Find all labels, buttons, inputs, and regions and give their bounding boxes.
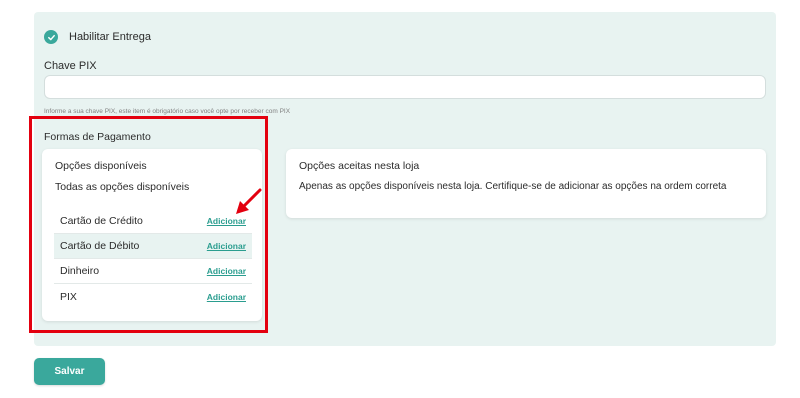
enable-delivery-toggle[interactable]: Habilitar Entrega bbox=[44, 29, 151, 45]
option-label: Cartão de Crédito bbox=[60, 215, 143, 227]
list-item: PIX Adicionar bbox=[54, 284, 252, 309]
available-options-title: Opções disponíveis bbox=[55, 160, 147, 172]
list-item: Cartão de Crédito Adicionar bbox=[54, 209, 252, 234]
add-option-link[interactable]: Adicionar bbox=[207, 216, 246, 226]
save-button[interactable]: Salvar bbox=[34, 358, 105, 385]
pix-key-hint: Informe a sua chave PIX, este item é obr… bbox=[44, 108, 291, 115]
available-options-list: Cartão de Crédito Adicionar Cartão de Dé… bbox=[54, 209, 252, 309]
available-options-subtitle: Todas as opções disponíveis bbox=[55, 181, 190, 193]
add-option-link[interactable]: Adicionar bbox=[207, 241, 246, 251]
pix-key-label: Chave PIX bbox=[44, 60, 97, 72]
delivery-settings-panel: Habilitar Entrega Chave PIX Informe a su… bbox=[34, 12, 776, 346]
available-options-card: Opções disponíveis Todas as opções dispo… bbox=[42, 149, 262, 321]
list-item: Cartão de Débito Adicionar bbox=[54, 234, 252, 259]
accepted-options-card: Opções aceitas nesta loja Apenas as opçõ… bbox=[286, 149, 766, 218]
enable-delivery-label: Habilitar Entrega bbox=[69, 31, 151, 43]
pix-key-input[interactable] bbox=[44, 75, 766, 99]
option-label: PIX bbox=[60, 290, 77, 303]
accepted-options-title: Opções aceitas nesta loja bbox=[299, 160, 420, 172]
option-label: Dinheiro bbox=[60, 265, 100, 277]
list-item: Dinheiro Adicionar bbox=[54, 259, 252, 284]
option-label: Cartão de Débito bbox=[60, 240, 140, 252]
add-option-link[interactable]: Adicionar bbox=[207, 292, 246, 302]
clipped-top-text bbox=[34, 0, 776, 6]
payment-methods-title: Formas de Pagamento bbox=[44, 131, 151, 143]
add-option-link[interactable]: Adicionar bbox=[207, 266, 246, 276]
accepted-options-subtitle: Apenas as opções disponíveis nesta loja.… bbox=[299, 181, 727, 192]
check-circle-icon[interactable] bbox=[44, 30, 58, 44]
